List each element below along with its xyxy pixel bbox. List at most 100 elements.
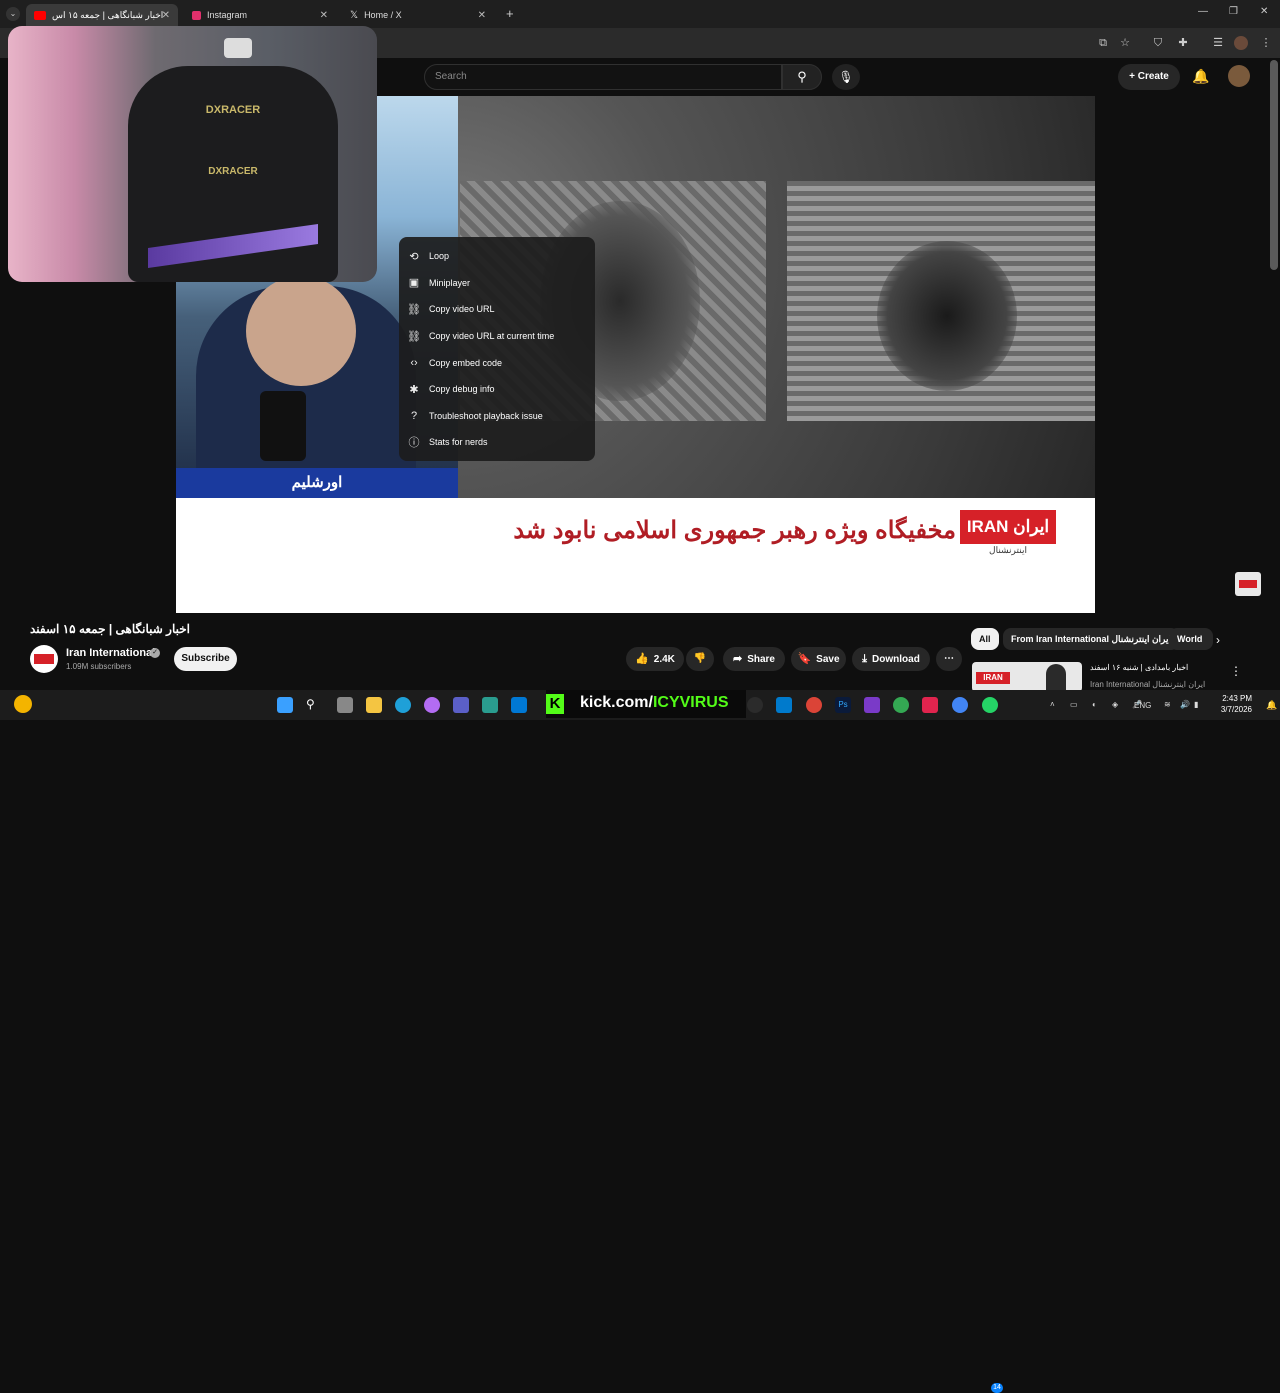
photoshop-icon[interactable]: Ps — [835, 697, 851, 713]
tab-instagram[interactable]: Instagram ✕ — [184, 4, 336, 26]
tab-title: Home / X — [364, 10, 402, 20]
menu-item-copy-embed[interactable]: ‹› Copy embed code — [399, 349, 595, 376]
close-window-icon[interactable]: ✕ — [1260, 6, 1268, 17]
video-title: اخبار شبانگاهی | جمعه ۱۵ اسفند — [30, 622, 190, 636]
microphone-prop — [260, 391, 306, 461]
minimize-icon[interactable]: — — [1198, 6, 1208, 17]
chip-world[interactable]: World — [1169, 628, 1213, 650]
obs-icon[interactable] — [747, 697, 763, 713]
app-icon[interactable] — [893, 697, 909, 713]
more-menu-icon[interactable]: ⋮ — [1259, 36, 1273, 50]
menu-item-stats[interactable]: ⓘ Stats for nerds — [399, 429, 595, 456]
close-tab-icon[interactable]: ✕ — [478, 10, 486, 21]
like-button[interactable]: 👍 2.4K — [626, 647, 684, 671]
chip-from-channel[interactable]: From Iran International ایران اینترنشنال — [1003, 628, 1180, 650]
chrome-icon[interactable] — [806, 697, 822, 713]
download-button[interactable]: ⤓ Download — [852, 647, 930, 671]
close-tab-icon[interactable]: ✕ — [162, 10, 170, 21]
tray-app-icon[interactable]: ▭ — [1070, 700, 1078, 709]
recommended-menu-icon[interactable]: ⋮ — [1230, 664, 1242, 678]
iran-international-logo: IRAN ایران — [960, 510, 1056, 544]
bookmark-star-icon[interactable]: ☆ — [1118, 36, 1132, 50]
windows-start-icon[interactable] — [277, 697, 293, 713]
channel-name[interactable]: Iran International — [66, 647, 155, 659]
chrome-active-icon[interactable] — [952, 697, 968, 713]
edge-icon[interactable] — [395, 697, 411, 713]
profile-icon[interactable] — [1234, 36, 1248, 50]
shield-icon[interactable]: ⛉ — [1151, 36, 1165, 50]
more-actions-button[interactable]: ⋯ — [936, 647, 962, 671]
info-icon: ⓘ — [408, 437, 420, 450]
floating-channel-button[interactable] — [1235, 572, 1261, 596]
bookmark-icon: 🔖 — [797, 653, 812, 665]
share-label: Share — [747, 654, 775, 665]
download-label: Download — [872, 654, 920, 665]
menu-item-copy-debug[interactable]: ✱ Copy debug info — [399, 376, 595, 403]
tray-app-icon[interactable]: ◈ — [1112, 700, 1118, 709]
scrollbar[interactable] — [1270, 60, 1278, 270]
channel-logo — [34, 654, 54, 664]
recommended-title[interactable]: اخبار بامدادی | شنبه ۱۶ اسفند — [1090, 663, 1188, 672]
file-explorer-icon[interactable] — [366, 697, 382, 713]
subscribe-button[interactable]: Subscribe — [174, 647, 237, 671]
install-app-icon[interactable]: ⧉ — [1096, 36, 1110, 50]
menu-item-miniplayer[interactable]: ▣ Miniplayer — [399, 270, 595, 297]
recommended-channel: Iran International ایران اینترنشنال — [1090, 680, 1206, 689]
chevron-right-icon[interactable]: › — [1216, 633, 1220, 647]
notifications-bell-icon[interactable]: 🔔 — [1192, 68, 1209, 85]
menu-item-loop[interactable]: ⟲ Loop — [399, 243, 595, 270]
menu-item-copy-url-time[interactable]: ⛓ Copy video URL at current time — [399, 323, 595, 350]
reading-list-icon[interactable]: ☰ — [1211, 36, 1225, 50]
tab-search-button[interactable]: ⌄ — [6, 7, 20, 21]
clock-date: 3/7/2026 — [1220, 705, 1252, 714]
plus-icon: + — [1129, 71, 1138, 82]
tray-app-icon[interactable]: ◐ — [1092, 700, 1097, 709]
thumbs-up-icon: 👍 — [635, 653, 649, 665]
search-button[interactable]: ⚲ — [782, 64, 822, 90]
chip-all[interactable]: All — [971, 628, 999, 650]
chevron-up-icon[interactable]: ˄ — [1050, 700, 1055, 709]
thumbnail-anchor — [1046, 664, 1066, 692]
wifi-icon[interactable]: ≋ — [1164, 700, 1171, 709]
video-context-menu: ⟲ Loop ▣ Miniplayer ⛓ Copy video URL ⛓ Copy … — [399, 237, 595, 461]
voice-search-button[interactable]: 🎙 — [832, 64, 860, 90]
extensions-icon[interactable]: ✚ — [1176, 36, 1190, 50]
restore-icon[interactable]: ❐ — [1229, 6, 1238, 17]
teams-icon[interactable] — [453, 697, 469, 713]
search-icon[interactable]: ⚲ — [306, 697, 322, 713]
chair-stripe — [148, 224, 318, 268]
share-button[interactable]: ➦ Share — [723, 647, 785, 671]
app-icon[interactable] — [511, 697, 527, 713]
vscode-icon[interactable] — [776, 697, 792, 713]
clock[interactable]: 2:43 PM 3/7/2026 — [1210, 693, 1252, 715]
close-tab-icon[interactable]: ✕ — [320, 10, 328, 21]
tab-youtube[interactable]: اخبار شبانگاهی | جمعه ۱۵ اس ✕ — [26, 4, 178, 26]
search-input[interactable]: Search — [424, 64, 782, 90]
language-indicator[interactable]: ENG — [1134, 701, 1151, 710]
search-icon: ⚲ — [797, 69, 807, 84]
store-icon[interactable] — [482, 697, 498, 713]
app-icon[interactable] — [922, 697, 938, 713]
notification-bell-icon[interactable]: 🔔 — [1266, 700, 1277, 711]
copilot-icon[interactable] — [424, 697, 440, 713]
channel-avatar[interactable] — [30, 645, 58, 673]
menu-item-troubleshoot[interactable]: ? Troubleshoot playback issue — [399, 403, 595, 430]
whatsapp-icon[interactable] — [982, 697, 998, 713]
menu-item-copy-url[interactable]: ⛓ Copy video URL — [399, 296, 595, 323]
app-icon[interactable] — [864, 697, 880, 713]
new-tab-button[interactable]: + — [506, 6, 514, 21]
menu-item-label: Copy video URL — [429, 304, 495, 315]
like-count: 2.4K — [653, 654, 675, 665]
user-avatar[interactable] — [1228, 65, 1250, 87]
save-button[interactable]: 🔖 Save — [791, 647, 846, 671]
tab-x[interactable]: 𝕏 Home / X ✕ — [342, 4, 494, 26]
widgets-icon[interactable] — [14, 695, 32, 713]
recommended-thumbnail[interactable]: IRAN — [972, 662, 1082, 692]
create-button[interactable]: + Create — [1118, 64, 1180, 90]
battery-icon[interactable]: ▮ — [1194, 700, 1198, 709]
volume-icon[interactable]: 🔊 — [1180, 700, 1190, 709]
task-view-icon[interactable] — [337, 697, 353, 713]
dislike-button[interactable]: 👎 — [686, 647, 714, 671]
subscriber-count: 1.09M subscribers — [66, 662, 132, 671]
clock-time: 2:43 PM — [1222, 694, 1252, 703]
